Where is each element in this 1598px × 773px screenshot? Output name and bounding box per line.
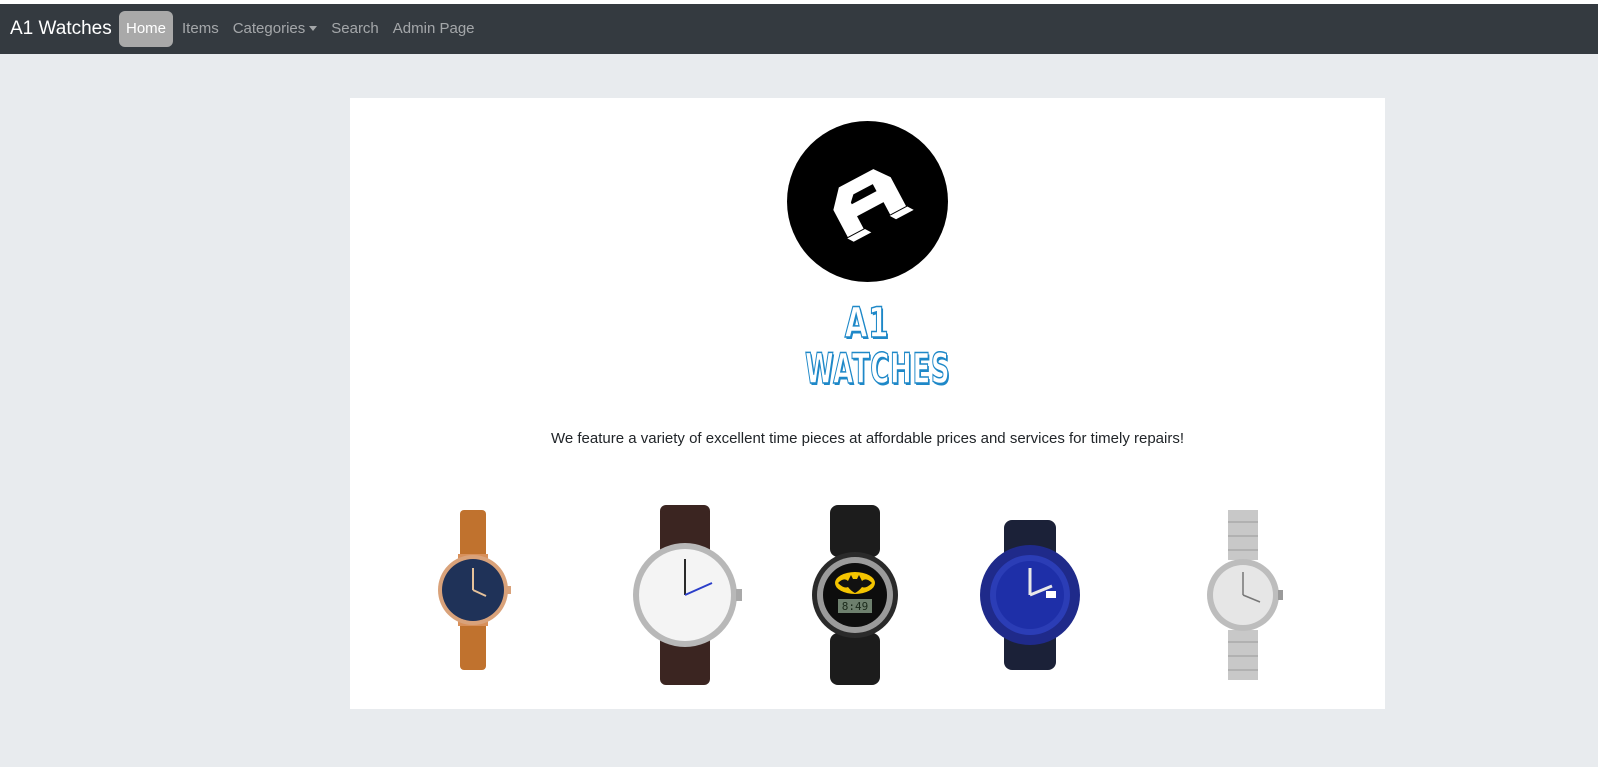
caret-down-icon — [309, 26, 318, 31]
nav-admin-link[interactable]: Admin Page — [386, 11, 482, 47]
nav-search-link[interactable]: Search — [324, 11, 386, 47]
logo-line-a1: A1 — [844, 298, 890, 347]
nav-home-link[interactable]: Home — [119, 11, 174, 47]
nav-categories-dropdown[interactable]: Categories — [226, 11, 325, 47]
hero-card: A1 WATCHES We feature a variety of excel… — [350, 98, 1385, 709]
watch-image-blue-diver[interactable] — [980, 520, 1080, 670]
watch-image-silver-bracelet[interactable] — [1204, 510, 1284, 680]
nav-categories-label: Categories — [232, 20, 306, 37]
watch-image-silver-dial[interactable] — [632, 505, 742, 685]
tagline: We feature a variety of excellent time p… — [550, 430, 1185, 447]
navbar-brand[interactable]: A1 Watches — [10, 17, 112, 41]
watch-image-batman[interactable]: 8:49 — [810, 505, 900, 685]
watch-image-brown-leather[interactable] — [436, 510, 512, 670]
batman-watch-display: 8:49 — [842, 600, 869, 613]
a1-watches-logo-text: A1 WATCHES — [767, 298, 967, 393]
a1-logo-icon — [787, 121, 948, 282]
nav-items-link[interactable]: Items — [175, 11, 226, 47]
top-navbar: A1 Watches Home Items Categories Search … — [0, 4, 1598, 54]
nav-links: Home Items Categories Search Admin Page — [119, 11, 482, 47]
logo-line-watches: WATCHES — [805, 344, 951, 393]
